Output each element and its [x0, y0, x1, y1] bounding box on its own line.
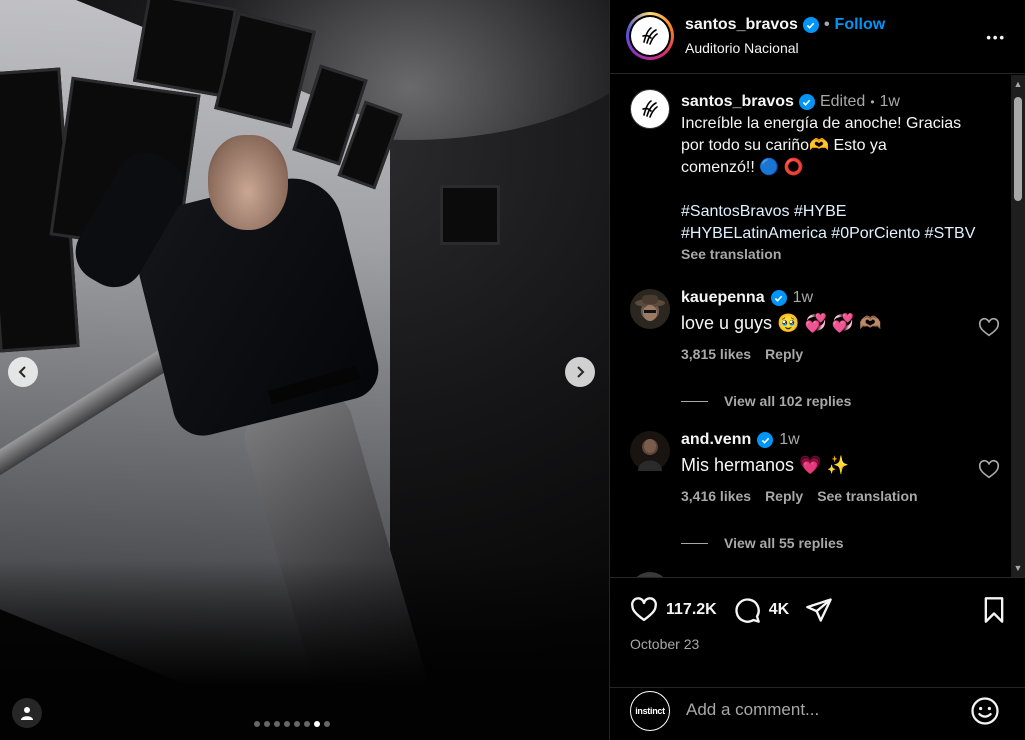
- header-separator: •: [823, 16, 830, 33]
- comment-likes[interactable]: 3,416 likes: [681, 488, 751, 504]
- comments-list[interactable]: santos_bravos Edited • 1w Increíble la e…: [610, 75, 1012, 577]
- emoji-smiley-icon[interactable]: [970, 696, 1000, 726]
- see-translation-link[interactable]: See translation: [681, 243, 1001, 265]
- carousel-dot: [264, 721, 270, 727]
- tagged-users-button[interactable]: [12, 698, 42, 728]
- santos-bravos-logo-icon: [642, 27, 658, 45]
- comment-body: kauepenna 1w love u guys 🥹 💞 💞 🫶🏽 3,815 …: [681, 289, 961, 362]
- post-image[interactable]: [0, 0, 609, 740]
- post-header: santos_bravos • Follow Auditorio Naciona…: [610, 0, 1025, 74]
- scroll-down-icon[interactable]: ▼: [1011, 561, 1025, 575]
- more-options-icon: •••: [986, 30, 1006, 45]
- comment-see-translation[interactable]: See translation: [817, 488, 917, 504]
- comment-meta: 3,815 likes Reply: [681, 346, 961, 362]
- comment-text: love u guys 🥹 💞 💞 🫶🏽: [681, 313, 882, 333]
- comment-reply-button[interactable]: Reply: [765, 488, 803, 504]
- chevron-right-icon: [577, 366, 585, 378]
- comment-username[interactable]: kauepenna: [681, 289, 765, 307]
- next-image-button[interactable]: [565, 357, 595, 387]
- carousel-indicator: [254, 721, 330, 727]
- comment-avatar[interactable]: [630, 289, 670, 329]
- comment-header: kauepenna 1w: [681, 289, 961, 307]
- avatar-ring-inner: [629, 15, 671, 57]
- add-comment-input[interactable]: [686, 700, 956, 720]
- caption-header: santos_bravos Edited • 1w: [681, 91, 1001, 113]
- carousel-dot: [324, 721, 330, 727]
- comment-time[interactable]: 1w: [793, 289, 813, 307]
- carousel-dot: [274, 721, 280, 727]
- photo-wall-frame: [440, 185, 500, 245]
- verified-badge-icon: [770, 290, 787, 306]
- carousel-dot: [314, 721, 320, 727]
- author-avatar: [631, 17, 669, 55]
- previous-image-button[interactable]: [8, 357, 38, 387]
- comment-avatar[interactable]: [630, 431, 670, 471]
- photo-floor: [0, 560, 609, 740]
- carousel-dot: [284, 721, 290, 727]
- header-username[interactable]: santos_bravos: [685, 16, 798, 34]
- caption-text-line: Increíble la energía de anoche! Gracias: [681, 115, 962, 132]
- view-replies-link[interactable]: View all 102 replies: [681, 393, 851, 409]
- comment-action: 4K: [733, 596, 789, 624]
- more-options-button[interactable]: •••: [986, 22, 1006, 48]
- like-action: 117.2K: [630, 596, 717, 624]
- comment-time[interactable]: 1w: [779, 431, 799, 449]
- current-user-avatar[interactable]: instinct: [630, 691, 670, 731]
- post-date[interactable]: October 23: [630, 636, 699, 652]
- post-actions: 117.2K 4K October 23: [610, 577, 1025, 687]
- like-count[interactable]: 117.2K: [666, 601, 717, 619]
- replies-divider: [681, 400, 708, 402]
- comment-reply-button[interactable]: Reply: [765, 346, 803, 362]
- comment-meta: 3,416 likes Reply See translation: [681, 488, 961, 504]
- comment-heart-icon[interactable]: [978, 459, 1000, 481]
- caption-text-line: comenzó!! 🔵 ⭕: [681, 159, 804, 176]
- verified-badge-icon: [802, 17, 819, 33]
- comment-body: and.venn 1w Mis hermanos 💗 ✨ 3,416 likes…: [681, 431, 961, 504]
- scroll-up-icon[interactable]: ▲: [1011, 77, 1025, 91]
- comment-bubble-icon[interactable]: [733, 596, 761, 624]
- edited-label: Edited: [819, 93, 866, 110]
- santos-bravos-logo-icon: [642, 100, 658, 118]
- author-avatar-story-ring[interactable]: [626, 12, 674, 60]
- view-replies-link[interactable]: View all 55 replies: [681, 535, 844, 551]
- person-avatar-icon: [638, 439, 662, 471]
- bookmark-icon[interactable]: [980, 596, 1008, 624]
- caption-time[interactable]: 1w: [880, 91, 900, 113]
- follow-button[interactable]: Follow: [835, 16, 886, 34]
- caption-avatar[interactable]: [630, 89, 670, 129]
- caption-separator: •: [870, 95, 875, 109]
- user-icon: [21, 707, 33, 720]
- caption-text-line: por todo su cariño🫶 Esto ya: [681, 137, 887, 154]
- add-comment-bar: instinct: [610, 687, 1025, 740]
- chevron-left-icon: [18, 366, 26, 378]
- carousel-dot: [304, 721, 310, 727]
- caption-username[interactable]: santos_bravos: [681, 91, 794, 113]
- comment-count[interactable]: 4K: [769, 601, 789, 619]
- comment-likes[interactable]: 3,815 likes: [681, 346, 751, 362]
- heart-icon[interactable]: [630, 596, 658, 624]
- verified-badge-icon: [757, 432, 774, 448]
- caption-hashtags[interactable]: #SantosBravos #HYBE: [681, 201, 1001, 223]
- scrollbar-thumb[interactable]: [1014, 97, 1022, 201]
- comment-username[interactable]: and.venn: [681, 431, 751, 449]
- share-send-icon[interactable]: [805, 596, 833, 624]
- carousel-dot: [294, 721, 300, 727]
- replies-divider: [681, 542, 708, 544]
- caption-body: santos_bravos Edited • 1w Increíble la e…: [681, 91, 1001, 265]
- comments-scrollbar[interactable]: ▲ ▼: [1011, 75, 1025, 577]
- location-link[interactable]: Auditorio Nacional: [685, 40, 799, 56]
- cowboy-hat-avatar-icon: [635, 295, 665, 321]
- view-replies-label: View all 102 replies: [724, 393, 852, 409]
- header-user-line: santos_bravos • Follow: [685, 16, 885, 34]
- verified-badge-icon: [798, 94, 815, 110]
- photo-person-head: [208, 135, 288, 230]
- comment-header: and.venn 1w: [681, 431, 961, 449]
- action-row: 117.2K 4K: [630, 596, 833, 624]
- view-replies-label: View all 55 replies: [724, 535, 844, 551]
- comment-heart-icon[interactable]: [978, 317, 1000, 339]
- comment-text: Mis hermanos 💗 ✨: [681, 455, 849, 475]
- carousel-dot: [254, 721, 260, 727]
- caption-hashtags[interactable]: #HYBELatinAmerica #0PorCiento #STBV: [681, 223, 1001, 245]
- post-side-panel: santos_bravos • Follow Auditorio Naciona…: [609, 0, 1025, 740]
